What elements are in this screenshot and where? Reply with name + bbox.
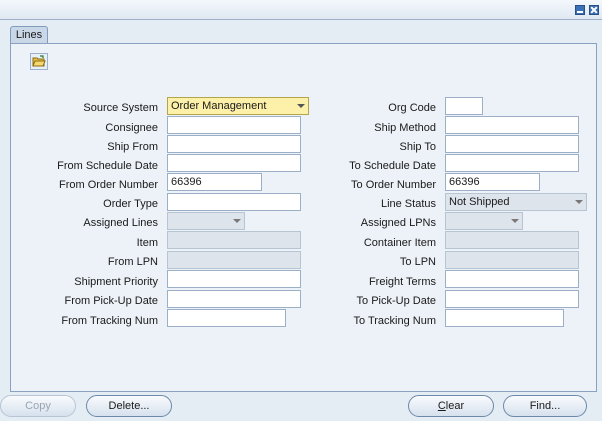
from-order-number-field[interactable]: 66396 bbox=[167, 173, 262, 191]
org-code-label: Org Code bbox=[388, 102, 436, 114]
minimize-icon[interactable] bbox=[575, 5, 585, 15]
folder-open-icon bbox=[32, 55, 46, 67]
item-label: Item bbox=[136, 237, 158, 249]
source-system-label: Source System bbox=[83, 102, 158, 114]
shipment-priority-field[interactable] bbox=[167, 270, 301, 288]
from-tracking-num-field[interactable] bbox=[167, 309, 286, 327]
order-type-field[interactable] bbox=[167, 193, 301, 211]
clear-button[interactable]: Clear bbox=[408, 395, 494, 417]
to-tracking-num-field[interactable] bbox=[445, 309, 564, 327]
copy-button[interactable]: Copy bbox=[0, 395, 76, 417]
from-schedule-date-field[interactable] bbox=[167, 154, 301, 172]
to-order-number-field[interactable]: 66396 bbox=[445, 173, 540, 191]
from-order-number-label: From Order Number bbox=[58, 179, 158, 191]
window-titlebar bbox=[0, 0, 602, 20]
assigned-lpns-label: Assigned LPNs bbox=[360, 217, 436, 229]
from-lpn-field bbox=[167, 251, 301, 269]
to-schedule-date-field[interactable] bbox=[445, 154, 579, 172]
tab-lines[interactable]: Lines bbox=[10, 26, 48, 44]
consignee-field[interactable] bbox=[167, 116, 301, 134]
ship-to-label: Ship To bbox=[399, 141, 437, 153]
container-item-field bbox=[445, 231, 579, 249]
from-tracking-num-label: From Tracking Num bbox=[61, 315, 158, 327]
consignee-label: Consignee bbox=[105, 122, 158, 134]
line-status-value: Not Shipped bbox=[449, 196, 510, 208]
ship-to-field[interactable] bbox=[445, 135, 579, 153]
ship-method-field[interactable] bbox=[445, 116, 579, 134]
find-button[interactable]: Find... bbox=[503, 395, 587, 417]
line-status-label: Line Status bbox=[380, 198, 436, 210]
to-order-number-label: To Order Number bbox=[351, 179, 436, 191]
freight-terms-label: Freight Terms bbox=[368, 276, 436, 288]
to-tracking-num-label: To Tracking Num bbox=[353, 315, 436, 327]
open-folder-button[interactable] bbox=[30, 53, 48, 70]
to-pick-up-date-label: To Pick-Up Date bbox=[356, 295, 436, 307]
chevron-down-icon bbox=[511, 219, 519, 223]
source-system-value: Order Management bbox=[171, 100, 267, 112]
source-system-select[interactable]: Order Management bbox=[167, 97, 309, 115]
freight-terms-field[interactable] bbox=[445, 270, 579, 288]
item-field bbox=[167, 231, 301, 249]
container-item-label: Container Item bbox=[363, 237, 436, 249]
ship-from-field[interactable] bbox=[167, 135, 301, 153]
to-pick-up-date-field[interactable] bbox=[445, 290, 579, 308]
clear-label: lear bbox=[445, 400, 465, 412]
from-pick-up-date-field[interactable] bbox=[167, 290, 301, 308]
to-lpn-label: To LPN bbox=[399, 256, 436, 268]
chevron-down-icon bbox=[233, 219, 241, 223]
to-lpn-field bbox=[445, 251, 579, 269]
chevron-down-icon bbox=[297, 104, 305, 108]
ship-from-label: Ship From bbox=[107, 141, 158, 153]
shipment-priority-label: Shipment Priority bbox=[74, 276, 158, 288]
line-status-select[interactable]: Not Shipped bbox=[445, 193, 587, 211]
delete-button[interactable]: Delete... bbox=[86, 395, 172, 417]
chevron-down-icon bbox=[575, 200, 583, 204]
to-schedule-date-label: To Schedule Date bbox=[349, 160, 436, 172]
assigned-lines-label: Assigned Lines bbox=[83, 217, 158, 229]
order-type-label: Order Type bbox=[103, 198, 158, 210]
ship-method-label: Ship Method bbox=[374, 122, 436, 134]
org-code-field[interactable] bbox=[445, 97, 483, 115]
from-pick-up-date-label: From Pick-Up Date bbox=[64, 295, 158, 307]
from-lpn-label: From LPN bbox=[107, 256, 158, 268]
close-icon[interactable] bbox=[589, 5, 599, 15]
clear-mnemonic: C bbox=[437, 400, 446, 412]
assigned-lines-select bbox=[167, 212, 245, 230]
from-schedule-date-label: From Schedule Date bbox=[57, 160, 158, 172]
assigned-lpns-select bbox=[445, 212, 523, 230]
